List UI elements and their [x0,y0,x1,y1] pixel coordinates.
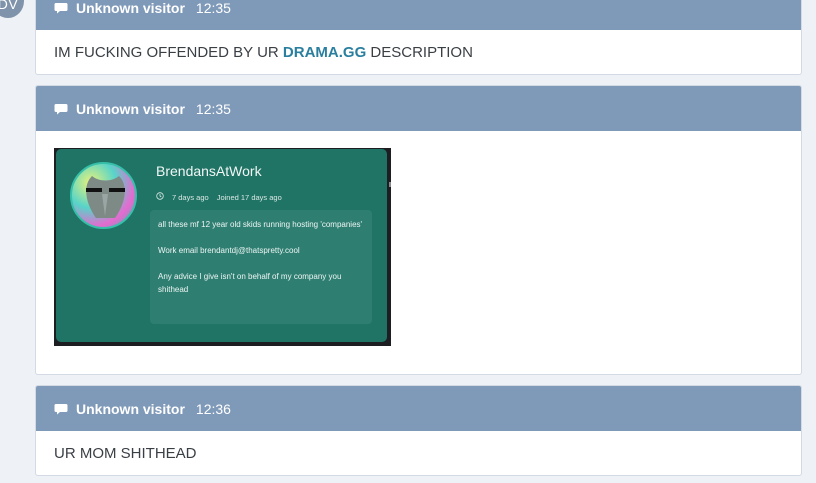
user-avatar: DV [0,0,24,18]
chat-bubble-icon [54,103,68,114]
attached-image[interactable]: BrendansAtWork 7 days ago Joined 17 days… [54,148,391,346]
profile-joined: Joined 17 days ago [216,192,282,202]
chat-bubble-icon [54,403,68,414]
message-text: UR MOM SHITHEAD [54,445,197,462]
profile-card: BrendansAtWork 7 days ago Joined 17 days… [56,149,387,342]
bio-line: Work email brendantdj@thatspretty.cool [158,246,300,255]
profile-avatar [70,162,137,229]
message-link[interactable]: DRAMA.GG [283,44,366,61]
chat-bubble-icon [54,2,68,13]
chat-message: Unknown visitor 12:35 BrendansAtWork 7 d… [35,85,802,375]
bio-line: all these mf 12 year old skids running h… [158,220,363,229]
profile-age: 7 days ago [172,192,209,202]
message-text: DESCRIPTION [366,44,473,61]
message-author: Unknown visitor [76,0,185,16]
message-header: Unknown visitor 12:35 [36,0,801,30]
message-body: IM FUCKING OFFENDED BY UR DRAMA.GG DESCR… [36,30,801,74]
message-header: Unknown visitor 12:35 [36,86,801,131]
message-body: UR MOM SHITHEAD [36,431,801,475]
bio-line: Any advice I give isn't on behalf of my … [158,272,342,294]
profile-meta: 7 days ago Joined 17 days ago [156,192,282,202]
message-text: IM FUCKING OFFENDED BY UR [54,44,283,61]
chat-message: Unknown visitor 12:35 IM FUCKING OFFENDE… [35,0,802,75]
scroll-marker [389,182,391,187]
profile-bio: all these mf 12 year old skids running h… [150,210,372,324]
message-header: Unknown visitor 12:36 [36,386,801,431]
profile-username: BrendansAtWork [156,163,262,179]
clock-icon [156,192,164,202]
message-author: Unknown visitor [76,100,185,117]
message-time: 12:36 [195,400,231,417]
message-time: 12:35 [195,100,231,117]
message-author: Unknown visitor [76,400,185,417]
message-time: 12:35 [195,0,231,16]
chat-message: Unknown visitor 12:36 UR MOM SHITHEAD [35,385,802,476]
